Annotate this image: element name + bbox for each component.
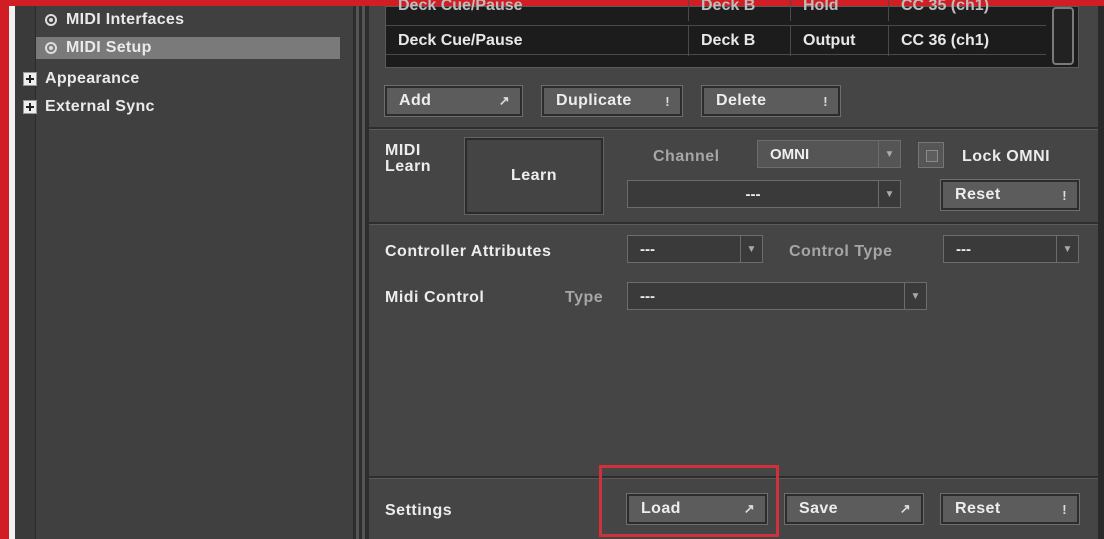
table-row[interactable]: Deck Cue/Pause Deck B Output CC 36 (ch1) (386, 25, 1046, 56)
cell-assignment: CC 35 (ch1) (901, 0, 990, 14)
divider (369, 129, 1100, 130)
assignment-table: Deck Cue/Pause Deck B Hold CC 35 (ch1) D… (385, 0, 1079, 68)
divider (369, 224, 1100, 225)
sidebar-item-appearance[interactable]: Appearance (23, 68, 323, 90)
action-bang-icon: ! (1062, 501, 1067, 517)
table-scrollbar[interactable] (1052, 7, 1074, 65)
chevron-down-icon: ▼ (1056, 236, 1078, 262)
app-window: MIDI Interfaces MIDI Setup Appearance Ex… (0, 0, 1104, 539)
control-type-dropdown[interactable]: --- ▼ (943, 235, 1079, 263)
delete-label: Delete (716, 92, 767, 109)
cell-deck: Deck B (689, 26, 791, 56)
action-bang-icon: ! (665, 93, 670, 109)
midi-learn-label: MIDI Learn (385, 142, 432, 175)
lock-omni-label: Lock OMNI (962, 148, 1051, 165)
dropdown-arrow-icon: ↗ (899, 501, 911, 516)
midi-control-type-dropdown[interactable]: --- ▼ (627, 282, 927, 310)
sidebar-item-midi-setup[interactable]: MIDI Setup (36, 37, 340, 59)
chevron-down-icon: ▼ (740, 236, 762, 262)
radio-circle-icon (44, 41, 58, 55)
midi-control-label: Midi Control (385, 289, 485, 306)
chevron-down-icon: ▼ (878, 141, 900, 167)
window-edge (1098, 6, 1104, 539)
sidebar-item-label: External Sync (45, 98, 155, 115)
duplicate-label: Duplicate (556, 92, 632, 109)
cell-assignment: CC 36 (ch1) (901, 32, 990, 49)
expand-plus-icon[interactable] (23, 72, 37, 86)
settings-label: Settings (385, 502, 453, 519)
add-label: Add (399, 92, 432, 109)
midi-message-value: --- (745, 185, 761, 203)
midi-control-type-value: --- (640, 287, 655, 305)
cell-name: Deck Cue/Pause (386, 26, 689, 56)
action-bang-icon: ! (823, 93, 828, 109)
duplicate-button[interactable]: Duplicate ! (541, 85, 683, 117)
learn-button[interactable]: Learn (464, 137, 604, 215)
cell-deck: Deck B (689, 0, 791, 21)
channel-dropdown[interactable]: OMNI ▼ (757, 140, 901, 168)
preferences-sidebar: MIDI Interfaces MIDI Setup Appearance Ex… (15, 6, 353, 539)
annotation-border-left (0, 0, 9, 539)
sidebar-item-label: Appearance (45, 70, 140, 87)
sidebar-item-midi-interfaces[interactable]: MIDI Interfaces (44, 9, 344, 31)
reset-label: Reset (955, 186, 1001, 203)
cell-type: Hold (791, 0, 889, 21)
chevron-down-icon: ▼ (904, 283, 926, 309)
channel-value: OMNI (770, 145, 810, 163)
cell-type: Output (791, 26, 889, 56)
type-label: Type (565, 289, 604, 306)
table-row[interactable]: Deck Cue/Pause Deck B Hold CC 35 (ch1) (386, 0, 1046, 21)
channel-label: Channel (653, 148, 720, 165)
controller-attributes-dropdown[interactable]: --- ▼ (627, 235, 763, 263)
learn-reset-button[interactable]: Reset ! (940, 179, 1080, 211)
sidebar-item-external-sync[interactable]: External Sync (23, 96, 323, 118)
save-label: Save (799, 500, 838, 517)
action-bang-icon: ! (1062, 187, 1067, 203)
cell-name: Deck Cue/Pause (386, 0, 689, 21)
controller-attributes-label: Controller Attributes (385, 243, 552, 260)
sidebar-item-label: MIDI Interfaces (66, 11, 185, 28)
add-button[interactable]: Add ↗ (384, 85, 523, 117)
controller-attributes-value: --- (640, 240, 655, 258)
midi-message-dropdown[interactable]: --- ▼ (627, 180, 901, 208)
expand-plus-icon[interactable] (23, 100, 37, 114)
save-button[interactable]: Save ↗ (784, 493, 924, 525)
panel-splitter[interactable] (353, 6, 369, 539)
chevron-down-icon: ▼ (878, 181, 900, 207)
sidebar-tree: MIDI Interfaces MIDI Setup Appearance Ex… (23, 6, 353, 539)
delete-button[interactable]: Delete ! (701, 85, 841, 117)
learn-button-label: Learn (510, 167, 558, 184)
midi-setup-panel: Deck Cue/Pause Deck B Hold CC 35 (ch1) D… (369, 0, 1100, 539)
radio-circle-icon (44, 13, 58, 27)
lock-omni-checkbox[interactable] (918, 142, 944, 168)
reset-label: Reset (955, 500, 1001, 517)
dropdown-arrow-icon: ↗ (498, 93, 510, 108)
settings-reset-button[interactable]: Reset ! (940, 493, 1080, 525)
control-type-label: Control Type (789, 243, 893, 260)
sidebar-item-label: MIDI Setup (66, 39, 152, 56)
load-highlight-annotation (599, 465, 779, 537)
control-type-value: --- (956, 240, 971, 258)
